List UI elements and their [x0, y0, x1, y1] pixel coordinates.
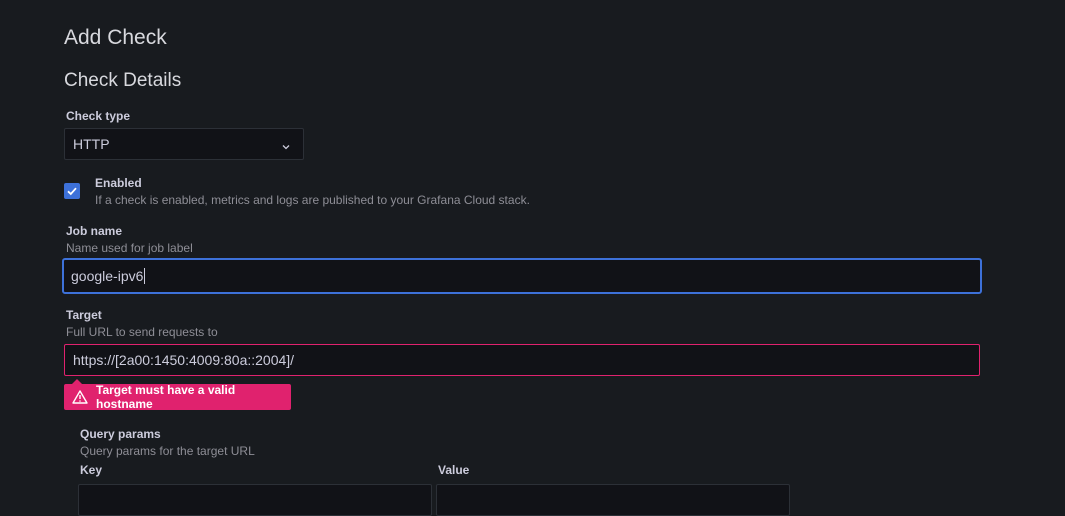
- chevron-down-icon: [281, 139, 291, 155]
- job-name-label: Job name: [66, 224, 123, 238]
- enabled-description: If a check is enabled, metrics and logs …: [95, 193, 530, 207]
- target-value: https://[2a00:1450:4009:80a::2004]/: [73, 352, 295, 368]
- check-type-label: Check type: [66, 109, 131, 123]
- text-caret: [144, 268, 146, 284]
- query-params-label: Query params: [80, 427, 161, 441]
- enabled-label: Enabled: [95, 176, 142, 190]
- checkmark-icon: [67, 187, 77, 196]
- target-input[interactable]: https://[2a00:1450:4009:80a::2004]/: [64, 344, 980, 376]
- job-name-description: Name used for job label: [66, 241, 193, 255]
- check-type-select[interactable]: HTTP: [64, 128, 304, 160]
- check-type-value: HTTP: [73, 136, 110, 152]
- error-text: Target must have a valid hostname: [96, 383, 236, 411]
- value-column-label: Value: [438, 463, 470, 477]
- target-description: Full URL to send requests to: [66, 325, 218, 339]
- enabled-checkbox[interactable]: [64, 183, 80, 199]
- query-params-description: Query params for the target URL: [80, 444, 255, 458]
- job-name-value: google-ipv6: [71, 268, 144, 284]
- target-label: Target: [66, 308, 102, 322]
- section-title: Check Details: [64, 70, 182, 91]
- target-error-message: Target must have a valid hostname: [64, 379, 291, 411]
- key-column-label: Key: [80, 463, 103, 477]
- page-title: Add Check: [64, 26, 167, 49]
- job-name-input[interactable]: google-ipv6: [62, 258, 982, 294]
- warning-icon: [72, 390, 88, 404]
